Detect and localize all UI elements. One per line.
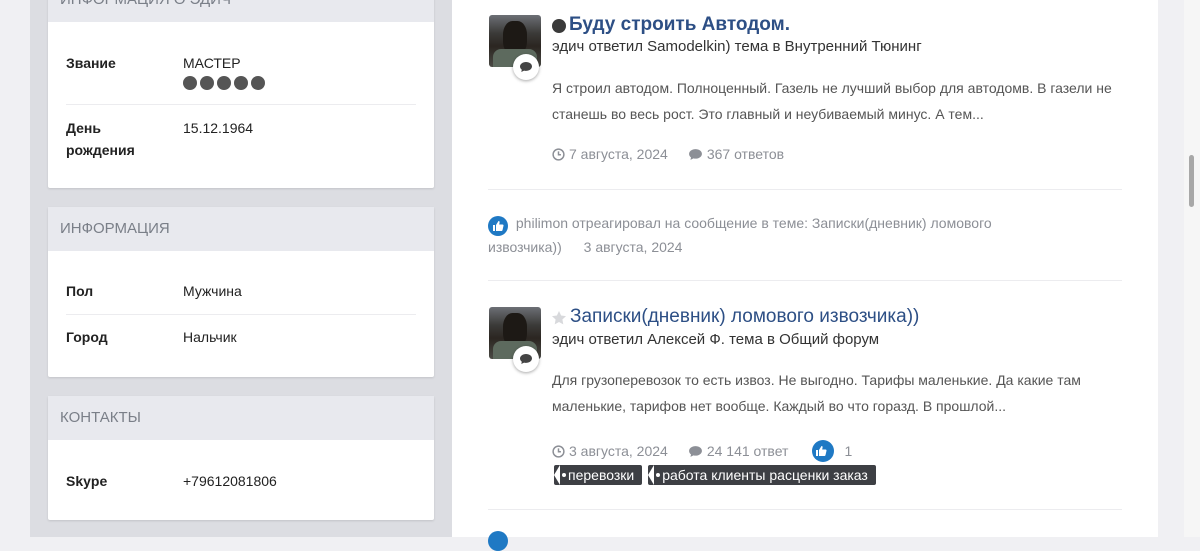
rank-pip-icon: [234, 76, 248, 90]
contacts-card: КОНТАКТЫ Skype +79612081806: [48, 396, 434, 520]
gender-label: Пол: [66, 283, 94, 299]
feed-divider: [488, 280, 1122, 281]
post-meta: 7 августа, 2024 367 ответов: [552, 146, 784, 162]
gender-row: Пол Мужчина: [66, 251, 416, 315]
gender-value: Мужчина: [183, 283, 242, 299]
info-card-header: ИНФОРМАЦИЯ: [48, 207, 434, 251]
post-excerpt: Для грузоперевозок то есть извоз. Не выг…: [552, 372, 1081, 414]
rank-value: МАСТЕР: [183, 55, 241, 71]
rank-value-wrap: МАСТЕР: [183, 52, 265, 90]
post-excerpt: Я строил автодом. Полноценный. Газель не…: [552, 80, 1112, 122]
birthday-label-line2: рождения: [66, 142, 135, 158]
birthday-label-line1: День: [66, 120, 101, 136]
tag-link[interactable]: работа клиенты расценки заказ: [648, 465, 876, 485]
comment-icon: [688, 445, 702, 457]
topic-title-link[interactable]: Буду строить Автодом.: [569, 14, 790, 36]
info-card: ИНФОРМАЦИЯ Пол Мужчина Город Нальчик: [48, 207, 434, 377]
rank-pip-icon: [251, 76, 265, 90]
topic-subtitle: эдич ответил Алексей Ф. тема в Общий фор…: [552, 331, 880, 348]
tag-list: перевозки работа клиенты расценки заказ: [554, 465, 882, 485]
skype-label: Skype: [66, 473, 108, 489]
clock-icon: [552, 444, 565, 458]
city-row: Город Нальчик: [66, 315, 416, 377]
star-icon[interactable]: [551, 310, 567, 326]
topic-subtitle: эдич ответил Samodelkin) тема в Внутренн…: [552, 38, 922, 55]
birthday-label: День рождения: [66, 117, 135, 161]
tag-link[interactable]: перевозки: [554, 465, 643, 485]
avatar[interactable]: [489, 307, 541, 372]
about-card: ИНФОРМАЦИЯ О ЭДИЧ Звание МАСТЕР День рож…: [48, 0, 434, 188]
reply-bubble-icon: [513, 54, 539, 80]
profile-sidebar: ИНФОРМАЦИЯ О ЭДИЧ Звание МАСТЕР День рож…: [30, 0, 452, 537]
like-icon[interactable]: [812, 440, 835, 462]
clock-icon: [552, 147, 565, 161]
avatar[interactable]: [489, 15, 541, 80]
scrollbar-thumb[interactable]: [1189, 155, 1194, 207]
activity-feed: Буду строить Автодом. эдич ответил Samod…: [452, 0, 1158, 551]
skype-row: Skype +79612081806: [66, 440, 416, 520]
post-meta: 3 августа, 2024 24 141 ответ 1: [552, 440, 852, 462]
comment-icon: [688, 148, 702, 160]
skype-value[interactable]: +79612081806: [183, 470, 277, 492]
city-label: Город: [66, 329, 108, 345]
scrollbar[interactable]: [1184, 0, 1200, 537]
post-date[interactable]: 7 августа, 2024: [569, 146, 668, 162]
reply-count: 24 141 ответ: [706, 443, 789, 459]
rank-row: Звание МАСТЕР: [66, 22, 416, 105]
rank-pip-icon: [200, 76, 214, 90]
contacts-card-header: КОНТАКТЫ: [48, 396, 434, 440]
like-icon: [488, 216, 508, 236]
post-date[interactable]: 3 августа, 2024: [569, 443, 668, 459]
rank-label: Звание: [66, 55, 116, 71]
reaction-date: 3 августа, 2024: [583, 239, 683, 255]
city-value: Нальчик: [183, 329, 237, 345]
reply-bubble-icon: [513, 346, 539, 372]
topic-title-link[interactable]: Записки(дневник) ломового извозчика)): [570, 306, 919, 328]
unread-dot-icon: [552, 19, 566, 33]
reaction-item: philimon отреагировал на сообщение в тем…: [488, 212, 1068, 259]
like-count: 1: [844, 443, 853, 459]
rank-pip-icon: [217, 76, 231, 90]
feed-divider: [488, 189, 1122, 190]
birthday-row: День рождения 15.12.1964: [66, 105, 416, 185]
rank-pips: [183, 76, 265, 90]
rank-pip-icon: [183, 76, 197, 90]
feed-divider: [488, 509, 1122, 510]
like-icon: [488, 531, 508, 551]
reply-count: 367 ответов: [706, 146, 785, 162]
about-card-header: ИНФОРМАЦИЯ О ЭДИЧ: [48, 0, 434, 22]
birthday-value: 15.12.1964: [183, 120, 254, 136]
reaction-text[interactable]: philimon отреагировал на сообщение в тем…: [488, 215, 992, 255]
